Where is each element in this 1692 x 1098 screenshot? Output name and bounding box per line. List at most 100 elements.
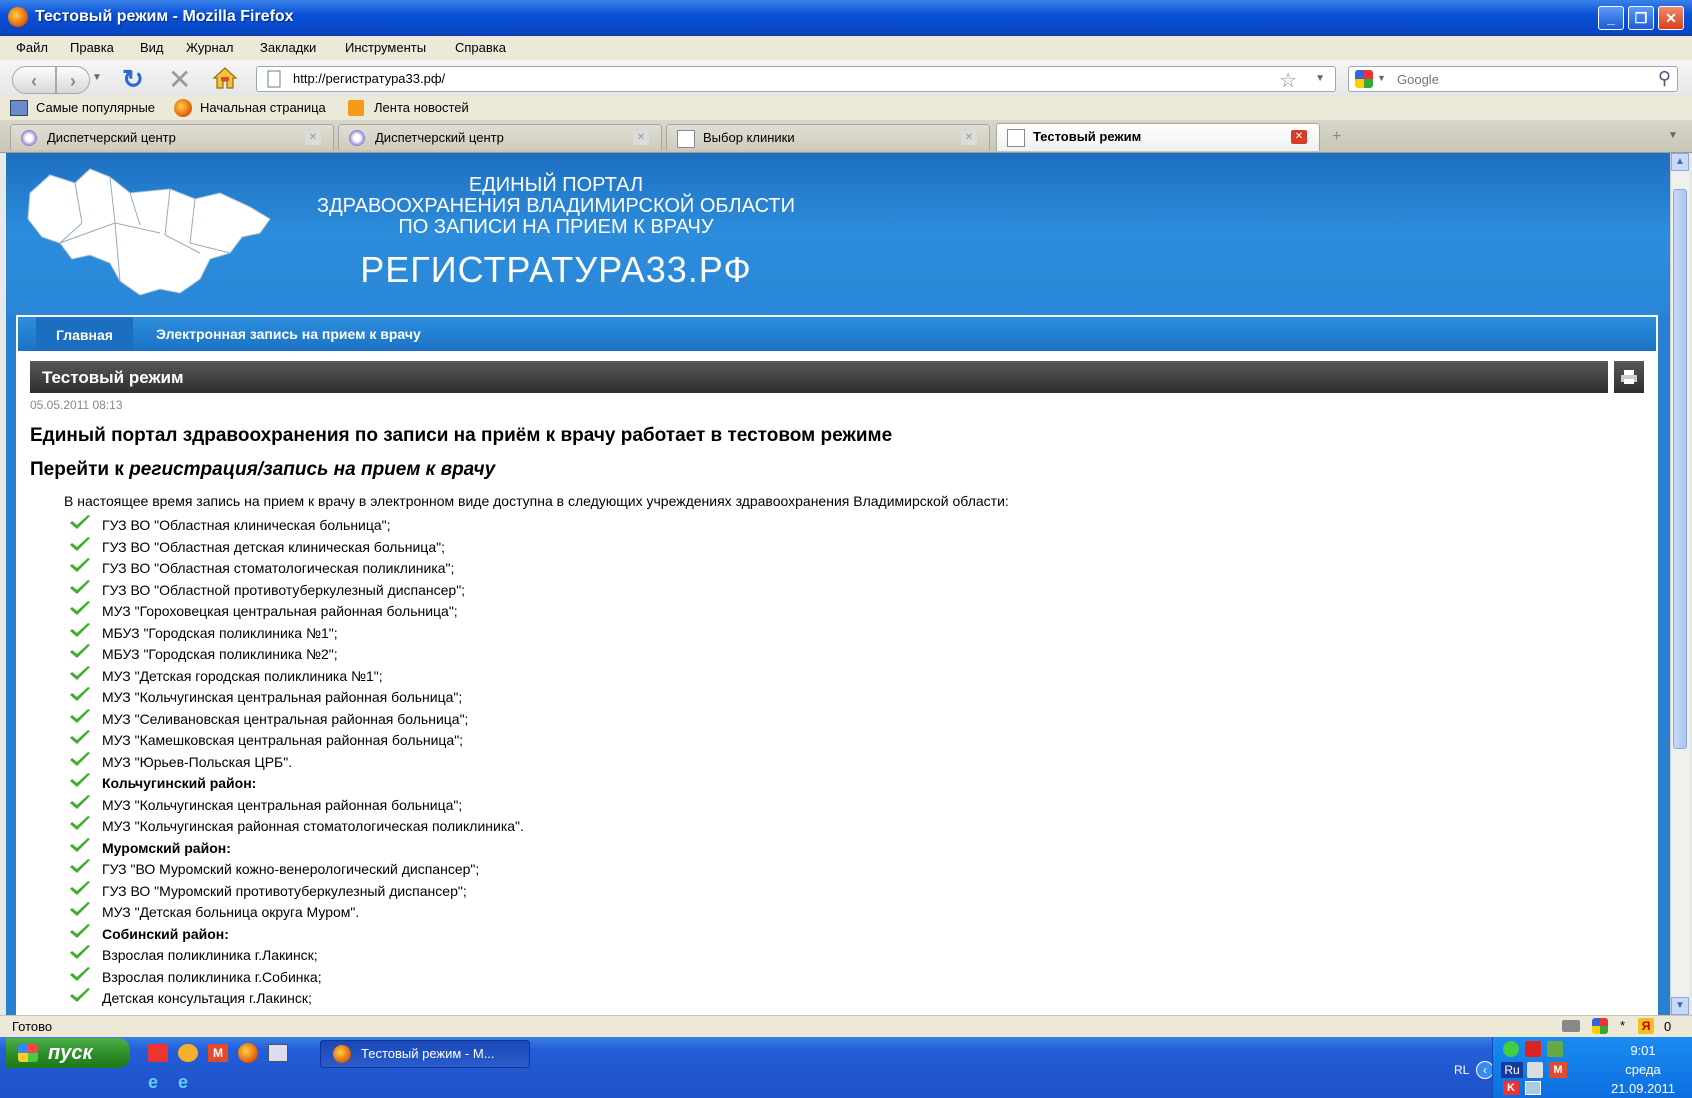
- goto-registration-link[interactable]: регистрация/запись на прием к врачу: [129, 459, 495, 480]
- tray-kaspersky-icon[interactable]: K: [1503, 1081, 1519, 1095]
- nav-home-link[interactable]: Главная: [36, 317, 133, 353]
- bookmark-most-visited[interactable]: Самые популярные: [36, 100, 155, 115]
- history-dropdown-icon[interactable]: ▼: [92, 72, 102, 83]
- tab-clinic-choice[interactable]: Выбор клиники ✕: [666, 124, 990, 150]
- institution-list: ГУЗ ВО "Областная клиническая больница";…: [66, 515, 524, 1010]
- tab-dispatch-center-1[interactable]: Диспетчерский центр ✕: [10, 124, 334, 150]
- url-dropdown-icon[interactable]: ▼: [1315, 73, 1325, 84]
- quicklaunch-ie2-icon[interactable]: e: [178, 1073, 198, 1091]
- search-bar[interactable]: ▼ ⚲: [1348, 66, 1678, 92]
- checkmark-icon: [70, 687, 90, 701]
- quicklaunch-desktop-icon[interactable]: [268, 1044, 288, 1062]
- window-title: Тестовый режим - Mozilla Firefox: [35, 8, 294, 25]
- tray-network-icon[interactable]: [1547, 1041, 1563, 1057]
- menu-bookmarks[interactable]: Закладки: [260, 40, 316, 55]
- url-input[interactable]: [291, 70, 1275, 87]
- forward-button[interactable]: ›: [56, 66, 90, 94]
- bookmark-news-feed[interactable]: Лента новостей: [374, 100, 469, 115]
- site-logo-text[interactable]: РЕГИСТРАТУРА33.РФ: [286, 249, 826, 291]
- window-titlebar[interactable]: Тестовый режим - Mozilla Firefox _ ❐ ✕: [0, 0, 1692, 36]
- scroll-down-arrow[interactable]: ▼: [1671, 997, 1689, 1015]
- tab-dispatch-center-2[interactable]: Диспетчерский центр ✕: [338, 124, 662, 150]
- menu-edit[interactable]: Правка: [70, 40, 114, 55]
- tray-gmail-icon[interactable]: M: [1549, 1062, 1567, 1078]
- menu-history[interactable]: Журнал: [186, 40, 233, 55]
- taskbar-firefox-window[interactable]: Тестовый режим - M...: [320, 1040, 530, 1068]
- bookmarks-toolbar: Самые популярные Начальная страница Лент…: [0, 96, 1692, 120]
- checkmark-icon: [70, 751, 90, 766]
- tray-lang-icon[interactable]: Ru: [1501, 1062, 1523, 1078]
- bookmark-folder-icon: [10, 100, 28, 116]
- tray-chat-icon[interactable]: [1503, 1041, 1519, 1057]
- quicklaunch-app-icon[interactable]: [148, 1044, 168, 1062]
- tray-pdf-icon[interactable]: [1525, 1041, 1541, 1057]
- back-button[interactable]: ‹: [12, 66, 56, 94]
- print-button[interactable]: [1614, 361, 1644, 393]
- checkmark-icon: [70, 988, 90, 1002]
- windows-taskbar: пуск M e e Тестовый режим - M... RL ‹ Ru…: [0, 1037, 1692, 1098]
- checkmark-icon: [70, 794, 90, 809]
- site-header: ЕДИНЫЙ ПОРТАЛ ЗДРАВООХРАНЕНИЯ ВЛАДИМИРСК…: [6, 153, 1670, 315]
- minimize-button[interactable]: _: [1598, 6, 1624, 30]
- vertical-scrollbar[interactable]: ▲ ▼: [1670, 153, 1689, 1015]
- yandex-count: 0: [1664, 1019, 1672, 1034]
- header-line-1: ЕДИНЫЙ ПОРТАЛ: [468, 174, 644, 196]
- language-indicator[interactable]: RL: [1454, 1063, 1469, 1077]
- new-tab-icon[interactable]: +: [1332, 128, 1341, 146]
- printer-icon: [1621, 370, 1637, 384]
- scroll-up-arrow[interactable]: ▲: [1671, 153, 1689, 171]
- windows-logo-icon: [18, 1044, 38, 1062]
- institution-item: МУЗ "Камешковская центральная районная б…: [66, 730, 524, 752]
- menu-file[interactable]: Файл: [16, 40, 48, 55]
- close-button[interactable]: ✕: [1658, 6, 1684, 30]
- site-nav: Главная Электронная запись на прием к вр…: [16, 315, 1658, 353]
- institution-item: МБУЗ "Городская поликлиника №2";: [66, 644, 524, 666]
- tray-monitor-icon[interactable]: [1525, 1081, 1541, 1095]
- rss-icon: [348, 100, 364, 116]
- google-toolbar-icon[interactable]: [1592, 1018, 1608, 1034]
- maximize-button[interactable]: ❐: [1628, 6, 1654, 30]
- tab-test-mode[interactable]: Тестовый режим ✕: [996, 123, 1320, 151]
- checkmark-icon: [70, 601, 90, 615]
- menu-view[interactable]: Вид: [140, 40, 164, 55]
- article-title: Тестовый режим: [42, 368, 184, 387]
- tab-close-icon[interactable]: ✕: [1291, 130, 1307, 144]
- tray-device-icon[interactable]: [1527, 1062, 1543, 1078]
- quicklaunch-mail-icon[interactable]: [178, 1044, 198, 1062]
- menu-help[interactable]: Справка: [455, 40, 506, 55]
- start-button[interactable]: пуск: [6, 1038, 130, 1068]
- google-engine-icon[interactable]: [1355, 70, 1373, 88]
- search-input[interactable]: [1395, 71, 1639, 88]
- nav-appointment-link[interactable]: Электронная запись на прием к врачу: [156, 326, 421, 342]
- checkmark-icon: [70, 880, 90, 895]
- page-icon: [1007, 129, 1025, 147]
- tab-close-icon[interactable]: ✕: [633, 131, 649, 145]
- engine-dropdown-icon[interactable]: ▼: [1377, 73, 1386, 83]
- menu-tools[interactable]: Инструменты: [345, 40, 426, 55]
- article-date: 05.05.2011 08:13: [30, 398, 123, 412]
- article-intro: В настоящее время запись на прием к врач…: [64, 493, 1009, 509]
- quicklaunch-firefox-icon[interactable]: [238, 1043, 258, 1063]
- search-icon[interactable]: ⚲: [1658, 68, 1671, 89]
- url-bar[interactable]: ☆ ▼: [256, 66, 1336, 92]
- yandex-icon[interactable]: Я: [1638, 1018, 1654, 1034]
- scroll-thumb[interactable]: [1673, 189, 1687, 749]
- bookmark-star-icon[interactable]: ☆: [1279, 68, 1297, 93]
- tab-list-icon[interactable]: ▼: [1668, 130, 1678, 141]
- district-heading: Собинский район:: [66, 923, 524, 946]
- reload-icon[interactable]: ↻: [122, 64, 144, 95]
- tab-close-icon[interactable]: ✕: [305, 131, 321, 145]
- quicklaunch-gmail-icon[interactable]: M: [208, 1044, 228, 1062]
- bookmark-start-page[interactable]: Начальная страница: [200, 100, 326, 115]
- clock-time[interactable]: 9:01: [1603, 1043, 1683, 1058]
- quicklaunch-ie-icon[interactable]: e: [148, 1073, 168, 1091]
- checkmark-icon: [70, 730, 90, 744]
- status-text: Готово: [12, 1019, 53, 1034]
- home-icon[interactable]: [212, 66, 238, 93]
- institution-item: МУЗ "Кольчугинская районная стоматологич…: [66, 816, 524, 838]
- stop-icon[interactable]: ✕: [168, 63, 191, 96]
- clock-date: 21.09.2011: [1610, 1081, 1676, 1096]
- institution-item: Взрослая поликлиника г.Собинка;: [66, 966, 524, 989]
- checkmark-icon: [70, 515, 90, 529]
- tab-close-icon[interactable]: ✕: [961, 131, 977, 145]
